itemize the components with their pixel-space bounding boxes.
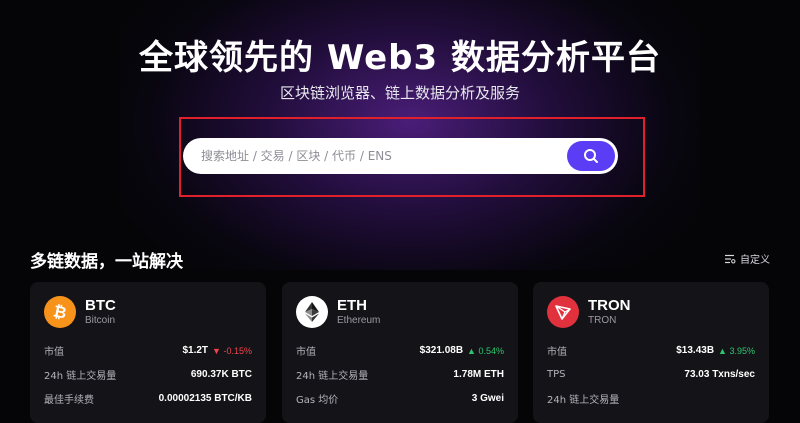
coin-symbol: BTC: [85, 297, 116, 314]
change-value: 0.54%: [478, 345, 504, 356]
chain-card-tron[interactable]: TRON TRON 市值 $13.43B ▲ 3.95% TPS 73.03 T…: [533, 282, 769, 423]
stat-row: 市值 $1.2T ▼ -0.15%: [44, 340, 252, 361]
list-settings-icon: [725, 254, 736, 264]
page-subtitle: 区块链浏览器、链上数据分析及服务: [279, 84, 520, 102]
stat-row: Gas 均价 3 Gwei: [296, 388, 504, 409]
bitcoin-icon: ₿: [44, 296, 76, 328]
stat-row: 24h 链上交易量: [547, 388, 755, 409]
ethereum-icon: [296, 296, 328, 328]
chain-card-btc[interactable]: ₿ BTC Bitcoin 市值 $1.2T ▼ -0.15% 24h 链上交易…: [30, 282, 266, 423]
price-change-up: ▲ 0.54%: [467, 345, 504, 356]
coin-name: Ethereum: [337, 315, 381, 326]
stat-row: 市值 $13.43B ▲ 3.95%: [547, 340, 755, 361]
stat-value: 0.00002135 BTC/KB: [158, 393, 252, 404]
stat-label: 24h 链上交易量: [296, 371, 369, 382]
stat-label: 市值: [44, 347, 64, 358]
svg-text:₿: ₿: [52, 302, 69, 322]
section-title: 多链数据，一站解决: [30, 252, 183, 272]
stat-row: 最佳手续费 0.00002135 BTC/KB: [44, 388, 252, 409]
stat-value: $321.08B: [419, 345, 464, 356]
stat-row: 24h 链上交易量 690.37K BTC: [44, 364, 252, 385]
coin-name: TRON: [588, 315, 617, 326]
change-value: 3.95%: [729, 345, 755, 356]
stat-value: $1.2T: [182, 345, 209, 356]
stat-value: $13.43B: [676, 345, 715, 356]
stat-label: TPS: [547, 369, 566, 380]
stat-value: 3 Gwei: [471, 393, 504, 404]
coin-name: Bitcoin: [85, 315, 116, 326]
stat-label: 最佳手续费: [44, 395, 94, 406]
search-icon: [584, 149, 598, 163]
stat-row: 24h 链上交易量 1.78M ETH: [296, 364, 504, 385]
stat-label: Gas 均价: [296, 395, 339, 406]
coin-symbol: ETH: [337, 297, 367, 314]
customize-label: 自定义: [740, 255, 770, 266]
stat-row: 市值 $321.08B ▲ 0.54%: [296, 340, 504, 361]
stat-label: 24h 链上交易量: [44, 371, 117, 382]
coin-symbol: TRON: [588, 297, 631, 314]
stat-value: 690.37K BTC: [190, 369, 252, 380]
search-button[interactable]: [567, 141, 615, 171]
stat-value: 73.03 Txns/sec: [684, 369, 755, 380]
stat-row: TPS 73.03 Txns/sec: [547, 364, 755, 385]
customize-button[interactable]: 自定义: [724, 251, 770, 266]
chain-card-eth[interactable]: ETH Ethereum 市值 $321.08B ▲ 0.54% 24h 链上交…: [282, 282, 518, 423]
stat-value: 1.78M ETH: [453, 369, 504, 380]
stat-label: 市值: [547, 347, 567, 358]
page-title: 全球领先的 Web3 数据分析平台: [138, 38, 662, 78]
tron-icon: [547, 296, 579, 328]
search-input[interactable]: [201, 138, 561, 174]
stat-label: 市值: [296, 347, 316, 358]
change-value: -0.15%: [223, 345, 252, 356]
search-bar: [183, 138, 618, 174]
price-change-up: ▲ 3.95%: [718, 345, 755, 356]
price-change-down: ▼ -0.15%: [212, 345, 252, 356]
stat-label: 24h 链上交易量: [547, 395, 620, 406]
